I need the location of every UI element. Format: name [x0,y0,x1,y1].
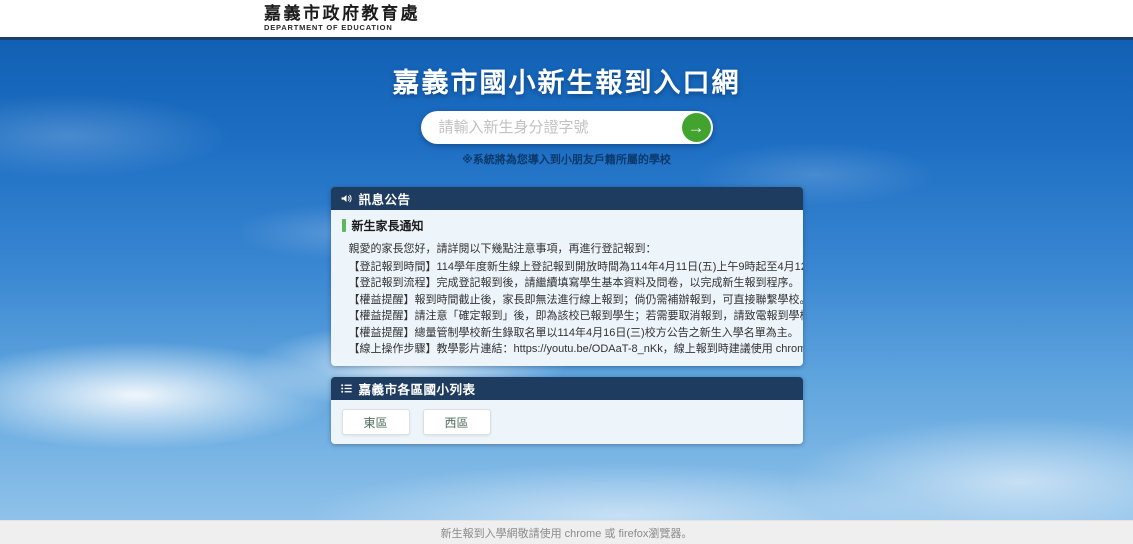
announcement-body: 新生家長通知 親愛的家長您好，請詳閱以下幾點注意事項，再進行登記報到： 【登記報… [331,210,803,366]
main-content: 嘉義市國小新生報到入口網 → ※系統將為您導入到小朋友戶籍所屬的學校 訊息公告 … [0,40,1133,520]
notice-intro: 親愛的家長您好，請詳閱以下幾點注意事項，再進行登記報到： [349,240,792,256]
announcement-panel: 訊息公告 新生家長通知 親愛的家長您好，請詳閱以下幾點注意事項，再進行登記報到：… [331,187,803,366]
notice-item: 【登記報到流程】完成登記報到後，請繼續填寫學生基本資料及問卷，以完成新生報到程序… [349,275,792,291]
notice-title: 新生家長通知 [352,217,424,234]
school-list-panel-title: 嘉義市各區國小列表 [359,379,476,398]
school-list-panel-header: 嘉義市各區國小列表 [331,377,803,400]
portal-page: 嘉義市政府教育處 DEPARTMENT OF EDUCATION 嘉義市國小新生… [0,0,1133,544]
page-title: 嘉義市國小新生報到入口網 [0,40,1133,100]
notice-green-bar [342,219,346,232]
id-search: → [421,111,713,144]
list-icon [340,382,353,395]
logo: 嘉義市政府教育處 DEPARTMENT OF EDUCATION [264,5,420,32]
district-buttons: 東區 西區 [331,400,803,444]
notice-item: 【權益提醒】總量管制學校新生錄取名單以114年4月16日(三)校方公告之新生入學… [349,325,792,341]
footer-text: 新生報到入學網敬請使用 chrome 或 firefox瀏覽器。 [441,525,693,541]
megaphone-icon [340,192,353,205]
submit-button[interactable]: → [682,113,711,142]
site-header: 嘉義市政府教育處 DEPARTMENT OF EDUCATION [0,0,1133,37]
logo-title: 嘉義市政府教育處 [264,5,420,22]
arrow-right-icon: → [688,119,705,136]
announcement-panel-header: 訊息公告 [331,187,803,210]
notice-title-row: 新生家長通知 [342,217,792,234]
district-button-west[interactable]: 西區 [423,409,491,435]
notice-item: 【權益提醒】請注意「確定報到」後，即為該校已報到學生；若需要取消報到，請致電報到… [349,308,792,324]
school-list-panel: 嘉義市各區國小列表 東區 西區 [331,377,803,444]
notice-item: 【登記報到時間】114學年度新生線上登記報到開放時間為114年4月11日(五)上… [349,259,792,275]
logo-subtitle: DEPARTMENT OF EDUCATION [264,24,420,32]
site-footer: 新生報到入學網敬請使用 chrome 或 firefox瀏覽器。 [0,520,1133,544]
notice-item: 【線上操作步驟】教學影片連結：https://youtu.be/ODAaT-8_… [349,341,792,357]
district-button-east[interactable]: 東區 [342,409,410,435]
notice-list: 【登記報到時間】114學年度新生線上登記報到開放時間為114年4月11日(五)上… [349,259,792,357]
announcement-panel-title: 訊息公告 [359,189,411,208]
student-id-input[interactable] [421,111,713,144]
notice-item: 【權益提醒】報到時間截止後，家長即無法進行線上報到；倘仍需補辦報到，可直接聯繫學… [349,292,792,308]
search-hint: ※系統將為您導入到小朋友戶籍所屬的學校 [0,151,1133,167]
